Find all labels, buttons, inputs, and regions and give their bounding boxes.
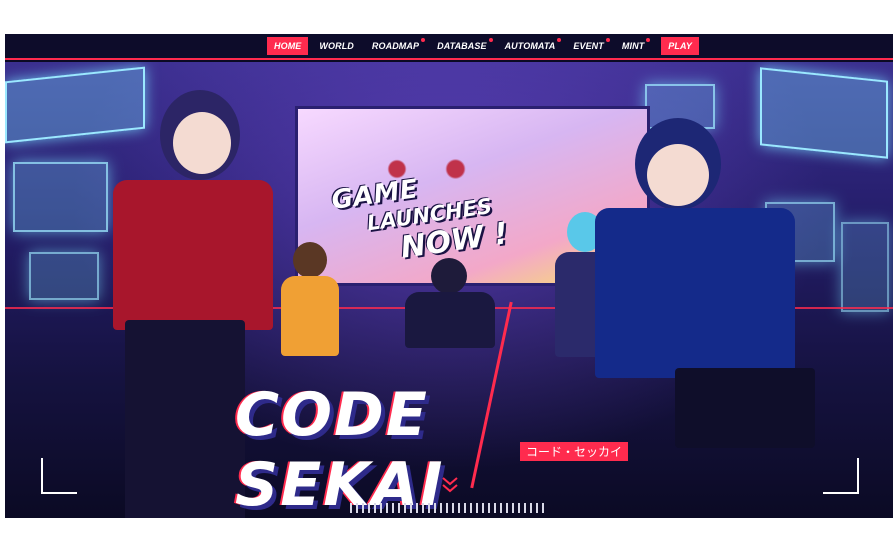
nav-item-label: ROADMAP — [371, 41, 420, 51]
notification-dot — [488, 38, 493, 42]
hero-banner: GAME LAUNCHES NOW ! CODE SEKAI コード・セッカイ — [5, 62, 893, 518]
notification-dot — [646, 38, 651, 42]
frame-corner-bottom-left — [41, 458, 77, 494]
play-button-label: PLAY — [668, 41, 693, 51]
website: HOME WORLD ROADMAP DATABASE AUTOMATA EVE… — [5, 34, 893, 518]
nav-item-label: DATABASE — [437, 41, 487, 51]
nav-item-database[interactable]: DATABASE — [430, 37, 493, 55]
nav-item-event[interactable]: EVENT — [566, 37, 611, 55]
chevron-double-down-icon[interactable] — [439, 474, 461, 496]
nav-item-automata[interactable]: AUTOMATA — [498, 37, 563, 55]
nav-item-label: HOME — [274, 41, 302, 51]
nav-item-mint[interactable]: MINT — [615, 37, 651, 55]
character-seated-center — [405, 258, 495, 348]
play-button[interactable]: PLAY — [661, 37, 700, 55]
nav-item-roadmap[interactable]: ROADMAP — [365, 37, 426, 55]
code-sekai-logo: CODE SEKAI コード・セッカイ — [235, 301, 655, 518]
character-boy-center — [275, 242, 345, 362]
logo-subtitle: コード・セッカイ — [520, 442, 629, 461]
nav-item-world[interactable]: WORLD — [312, 37, 361, 55]
frame-corner-bottom-right — [823, 458, 859, 494]
chevron-double-down-icon-svg — [442, 477, 458, 493]
nav-item-home[interactable]: HOME — [267, 37, 309, 55]
notification-dot — [557, 38, 562, 42]
nav-item-label: WORLD — [319, 41, 354, 51]
nav-item-label: EVENT — [573, 41, 604, 51]
holo-panel — [841, 222, 889, 312]
nav-item-label: AUTOMATA — [504, 41, 556, 51]
notification-dot — [605, 38, 610, 42]
scroll-progress-ticks — [350, 503, 545, 513]
nav-menu: HOME WORLD ROADMAP DATABASE AUTOMATA EVE… — [267, 37, 703, 55]
top-navbar: HOME WORLD ROADMAP DATABASE AUTOMATA EVE… — [5, 34, 893, 60]
notification-dot — [421, 38, 426, 42]
nav-item-label: MINT — [621, 41, 645, 51]
